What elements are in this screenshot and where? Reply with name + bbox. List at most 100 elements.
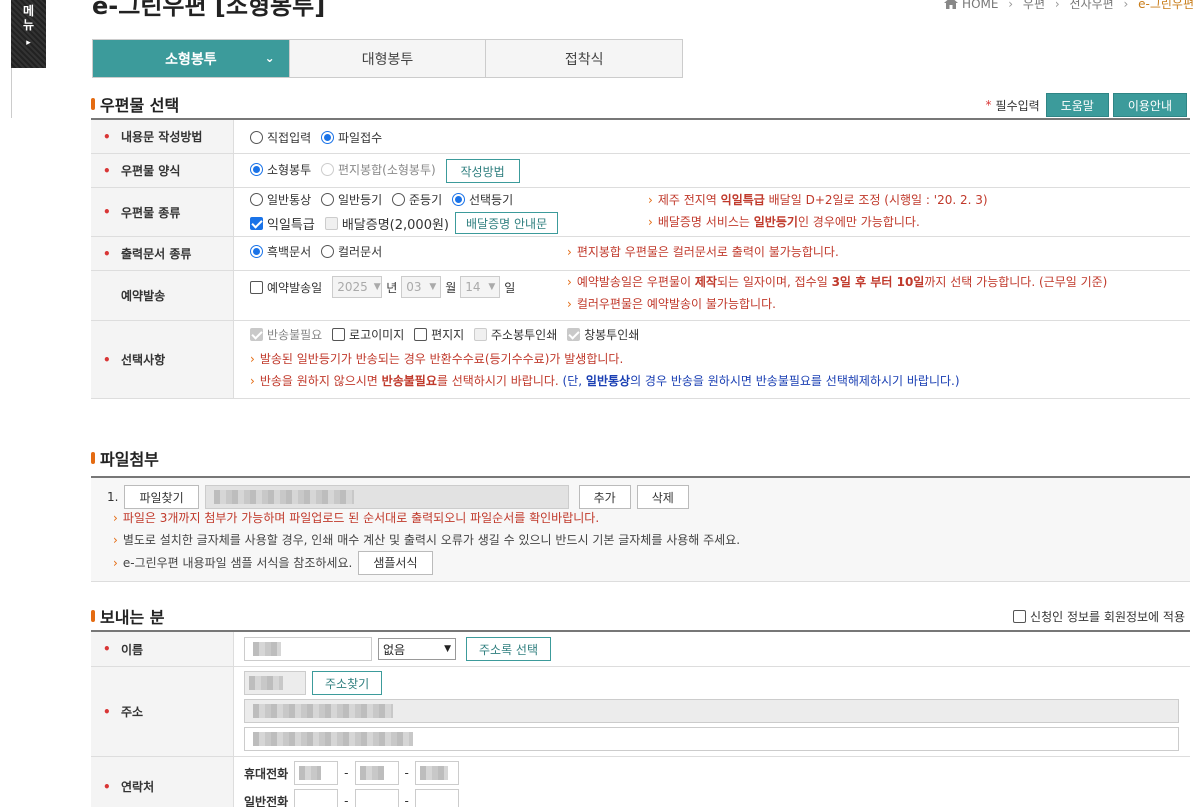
- radio-file-upload[interactable]: 파일접수: [321, 129, 382, 146]
- tab-large-envelope[interactable]: 대형봉투: [289, 40, 487, 77]
- checkbox-delivery-proof[interactable]: 배달증명(2,000원): [324, 214, 449, 233]
- page-title: e-그린우편 [소형봉투]: [92, 0, 326, 20]
- opt-label: 예약발송일: [267, 280, 323, 295]
- row-value: 흑백문서 컬러문서 › 편지봉합 우편물은 컬러문서로 출력이 불가능합니다.: [234, 237, 1190, 270]
- note-jeju: › 제주 전지역 익일특급 배달일 D+2일로 조정 (시행일 : '20. 2.…: [648, 193, 988, 207]
- radio-off[interactable]: [250, 131, 263, 144]
- checkbox-express[interactable]: 익일특급: [250, 214, 315, 233]
- section-title-sender: 보내는 분: [91, 604, 164, 628]
- name-input[interactable]: [244, 637, 372, 661]
- row-value: 예약발송일 2025 ▼ 년 03 ▼ 월 14 ▼ 일 › 예약발송일은 우편물이 제…: [234, 271, 1190, 320]
- side-menu-toggle[interactable]: 메 뉴 ▸: [11, 0, 46, 68]
- checkbox-address-envelope[interactable]: 주소봉투인쇄: [474, 326, 557, 343]
- radio-off[interactable]: [321, 193, 334, 206]
- checkbox-no-return[interactable]: 반송불필요: [250, 326, 322, 343]
- opt-label: 신청인 정보를 회원정보에 적용: [1030, 610, 1185, 624]
- section-title-file: 파일첨부: [91, 446, 159, 470]
- radio-disabled[interactable]: [321, 162, 334, 176]
- checkbox-on[interactable]: [250, 216, 263, 230]
- help-button[interactable]: 도움말: [1045, 93, 1109, 117]
- radio-small-envelope[interactable]: 소형봉투: [250, 161, 311, 178]
- section-title-mail: 우편물 선택: [91, 92, 179, 116]
- phone-input-1[interactable]: [294, 789, 339, 807]
- add-file-button[interactable]: 추가: [578, 485, 631, 509]
- radio-normal-mail[interactable]: 일반통상: [250, 191, 311, 208]
- checkbox-letter-paper[interactable]: 편지지: [414, 326, 464, 343]
- opt-label: 일반통상: [267, 193, 312, 207]
- mobile-input-3[interactable]: [414, 761, 459, 785]
- checkbox-off[interactable]: [414, 328, 428, 341]
- tab-label: 소형봉투: [165, 51, 217, 68]
- find-file-button[interactable]: 파일찾기: [124, 485, 199, 509]
- file-name-field: [204, 485, 569, 509]
- radio-off[interactable]: [321, 245, 334, 258]
- note-reserve-color: › 컬러우편물은 예약발송이 불가능합니다.: [567, 297, 776, 311]
- address-search-button[interactable]: 주소찾기: [312, 671, 383, 695]
- file-attach-area: 1. 파일찾기 추가 삭제 › 파일은 3개까지 첨부가 가능하며 파일업로드 된…: [91, 476, 1190, 582]
- opt-label: 편지봉합(소형봉투): [338, 162, 436, 177]
- checkbox-disabled[interactable]: [324, 216, 338, 230]
- sample-form-button[interactable]: 샘플서식: [358, 551, 433, 575]
- guide-button[interactable]: 이용안내: [1112, 93, 1187, 117]
- mobile-input-1[interactable]: [294, 761, 339, 785]
- breadcrumb-item-email[interactable]: 전자우편: [1069, 0, 1113, 11]
- checkbox-window-envelope[interactable]: 창봉투인쇄: [567, 326, 639, 343]
- checkbox-logo-image[interactable]: 로고이미지: [332, 326, 404, 343]
- note-reserve-date: › 예약발송일은 우편물이 제작되는 일자이며, 접수일 3일 후 부터 10일까…: [567, 275, 1108, 289]
- radio-on[interactable]: [321, 131, 334, 144]
- row-value: 반송불필요 로고이미지 편지지 주소봉투인쇄 창봉투인쇄 › 발송된 일반등기가 …: [234, 321, 1190, 398]
- radio-black-white[interactable]: 흑백문서: [250, 243, 311, 260]
- row-options: • 선택사항 반송불필요 로고이미지 편지지 주소봉투인쇄 창봉투인쇄 › 발송된 …: [91, 321, 1190, 399]
- unit-label: 년: [386, 280, 398, 295]
- checkbox-off[interactable]: [332, 328, 346, 341]
- opt-label: 일반등기: [338, 193, 383, 207]
- tab-label: 접착식: [564, 51, 604, 68]
- checkbox-disabled[interactable]: [474, 328, 488, 341]
- radio-off[interactable]: [250, 193, 263, 206]
- tab-label: 대형봉투: [361, 51, 414, 68]
- radio-direct-input[interactable]: 직접입력: [250, 129, 311, 146]
- mobile-input-2[interactable]: [354, 761, 399, 785]
- radio-semi-registered[interactable]: 준등기: [392, 191, 442, 208]
- unit-label: 일: [504, 280, 516, 295]
- address-book-button[interactable]: 주소록 선택: [466, 637, 552, 661]
- checkbox-disabled-on[interactable]: [567, 328, 581, 341]
- row-reserve: 예약발송 예약발송일 2025 ▼ 년 03 ▼ 월 14 ▼ 일 › 예약발송일은 우…: [91, 271, 1190, 321]
- delete-file-button[interactable]: 삭제: [636, 485, 689, 509]
- day-select[interactable]: 14 ▼: [460, 276, 501, 298]
- writing-method-button[interactable]: 작성방법: [445, 159, 520, 183]
- zipcode-input[interactable]: [244, 671, 306, 695]
- phone-input-3[interactable]: [414, 789, 459, 807]
- unit-label: 월: [445, 280, 457, 295]
- redacted-address-detail: [253, 732, 413, 746]
- radio-on[interactable]: [451, 193, 465, 206]
- radio-on[interactable]: [250, 162, 263, 176]
- redacted-phone: [359, 766, 384, 780]
- opt-label: 주소봉투인쇄: [491, 328, 558, 342]
- checkbox-reserve[interactable]: 예약발송일: [250, 279, 322, 296]
- name-title-select[interactable]: 없음 ▼: [378, 638, 456, 660]
- radio-letter-seal[interactable]: 편지봉합(소형봉투): [321, 161, 436, 178]
- label-text: 선택사항: [121, 353, 166, 367]
- year-select[interactable]: 2025 ▼: [332, 276, 383, 298]
- radio-on[interactable]: [250, 245, 263, 258]
- row-label: • 주소: [91, 667, 234, 756]
- tab-small-envelope[interactable]: 소형봉투 ⌄: [93, 40, 290, 77]
- address-input[interactable]: [244, 699, 1179, 723]
- breadcrumb-home[interactable]: HOME: [962, 0, 998, 11]
- radio-selective-registered[interactable]: 선택등기: [451, 191, 513, 208]
- checkbox-off[interactable]: [1013, 610, 1027, 623]
- tab-adhesive[interactable]: 접착식: [486, 40, 683, 77]
- month-select[interactable]: 03 ▼: [401, 276, 442, 298]
- checkbox-off[interactable]: [250, 280, 263, 294]
- radio-off[interactable]: [392, 193, 405, 206]
- address-detail-input[interactable]: [244, 727, 1179, 751]
- label-text: 예약발송: [121, 289, 166, 303]
- phone-input-2[interactable]: [354, 789, 399, 807]
- radio-color[interactable]: 컬러문서: [321, 243, 382, 260]
- checkbox-disabled-on[interactable]: [250, 328, 263, 341]
- radio-registered[interactable]: 일반등기: [321, 191, 382, 208]
- delivery-proof-guide-button[interactable]: 배달증명 안내문: [455, 212, 559, 234]
- checkbox-apply-member-info[interactable]: 신청인 정보를 회원정보에 적용: [1013, 608, 1185, 625]
- breadcrumb-item-mail[interactable]: 우편: [1023, 0, 1045, 11]
